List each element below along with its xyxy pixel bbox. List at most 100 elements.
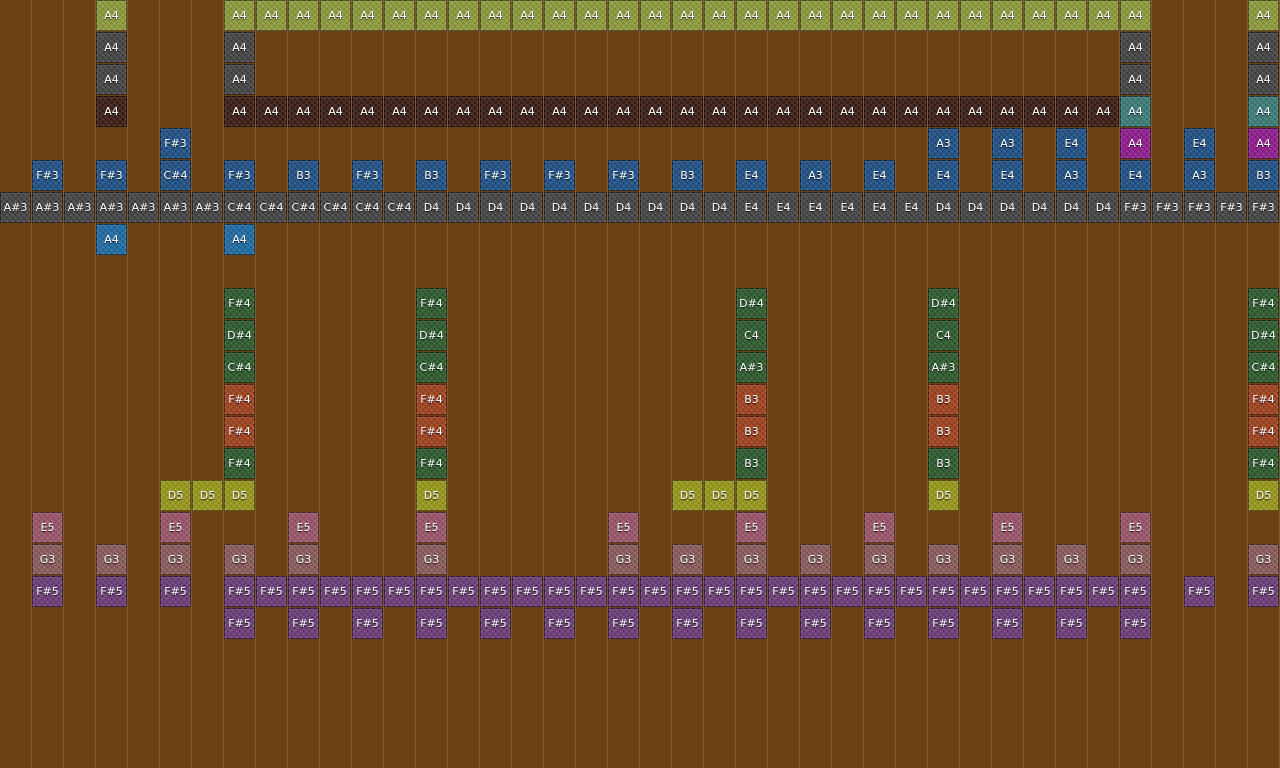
note-tile-fsharp3[interactable]: F#3 (96, 160, 127, 191)
note-tile-d5[interactable]: D5 (928, 480, 959, 511)
note-tile-a4[interactable]: A4 (544, 96, 575, 127)
note-tile-d4[interactable]: D4 (1088, 192, 1119, 223)
note-tile-asharp3[interactable]: A#3 (32, 192, 63, 223)
note-tile-a3[interactable]: A3 (928, 128, 959, 159)
note-tile-a4[interactable]: A4 (1248, 32, 1279, 63)
note-tile-a4[interactable]: A4 (992, 0, 1023, 31)
note-tile-a4[interactable]: A4 (1248, 96, 1279, 127)
note-tile-a4[interactable]: A4 (96, 224, 127, 255)
note-tile-fsharp5[interactable]: F#5 (736, 608, 767, 639)
note-tile-a4[interactable]: A4 (352, 96, 383, 127)
note-tile-a4[interactable]: A4 (864, 0, 895, 31)
note-tile-d5[interactable]: D5 (160, 480, 191, 511)
note-tile-fsharp5[interactable]: F#5 (768, 576, 799, 607)
note-tile-g3[interactable]: G3 (1056, 544, 1087, 575)
note-tile-csharp4[interactable]: C#4 (224, 352, 255, 383)
note-tile-a4[interactable]: A4 (448, 0, 479, 31)
note-tile-csharp4[interactable]: C#4 (352, 192, 383, 223)
note-tile-fsharp3[interactable]: F#3 (544, 160, 575, 191)
note-tile-a4[interactable]: A4 (256, 0, 287, 31)
note-tile-a4[interactable]: A4 (928, 96, 959, 127)
note-tile-d4[interactable]: D4 (544, 192, 575, 223)
note-tile-csharp4[interactable]: C#4 (416, 352, 447, 383)
note-tile-a3[interactable]: A3 (992, 128, 1023, 159)
note-tile-e4[interactable]: E4 (1120, 160, 1151, 191)
note-tile-d4[interactable]: D4 (672, 192, 703, 223)
note-tile-a4[interactable]: A4 (608, 0, 639, 31)
note-tile-fsharp5[interactable]: F#5 (512, 576, 543, 607)
note-tile-a4[interactable]: A4 (576, 96, 607, 127)
note-tile-asharp3[interactable]: A#3 (928, 352, 959, 383)
note-tile-d4[interactable]: D4 (1024, 192, 1055, 223)
note-tile-fsharp5[interactable]: F#5 (1120, 576, 1151, 607)
note-tile-a4[interactable]: A4 (1024, 96, 1055, 127)
note-tile-fsharp5[interactable]: F#5 (992, 576, 1023, 607)
note-tile-fsharp5[interactable]: F#5 (224, 608, 255, 639)
note-tile-a4[interactable]: A4 (832, 96, 863, 127)
note-tile-fsharp5[interactable]: F#5 (1088, 576, 1119, 607)
note-tile-b3[interactable]: B3 (928, 416, 959, 447)
note-tile-b3[interactable]: B3 (928, 448, 959, 479)
note-tile-fsharp5[interactable]: F#5 (864, 576, 895, 607)
note-tile-fsharp5[interactable]: F#5 (32, 576, 63, 607)
note-tile-fsharp5[interactable]: F#5 (896, 576, 927, 607)
note-tile-a4[interactable]: A4 (320, 0, 351, 31)
note-tile-d5[interactable]: D5 (704, 480, 735, 511)
note-tile-a4[interactable]: A4 (992, 96, 1023, 127)
note-tile-fsharp5[interactable]: F#5 (928, 576, 959, 607)
note-tile-fsharp5[interactable]: F#5 (960, 576, 991, 607)
note-tile-e5[interactable]: E5 (1120, 512, 1151, 543)
note-tile-asharp3[interactable]: A#3 (128, 192, 159, 223)
note-tile-d4[interactable]: D4 (608, 192, 639, 223)
note-tile-d4[interactable]: D4 (992, 192, 1023, 223)
note-tile-fsharp5[interactable]: F#5 (480, 576, 511, 607)
note-tile-a4[interactable]: A4 (960, 96, 991, 127)
note-tile-e5[interactable]: E5 (864, 512, 895, 543)
note-tile-fsharp5[interactable]: F#5 (1248, 576, 1279, 607)
note-tile-d4[interactable]: D4 (704, 192, 735, 223)
note-tile-fsharp5[interactable]: F#5 (288, 608, 319, 639)
note-tile-csharp4[interactable]: C#4 (320, 192, 351, 223)
note-tile-a4[interactable]: A4 (224, 32, 255, 63)
note-tile-d5[interactable]: D5 (224, 480, 255, 511)
note-tile-fsharp5[interactable]: F#5 (992, 608, 1023, 639)
note-tile-fsharp5[interactable]: F#5 (800, 576, 831, 607)
note-tile-d4[interactable]: D4 (928, 192, 959, 223)
note-tile-d4[interactable]: D4 (416, 192, 447, 223)
note-tile-a4[interactable]: A4 (224, 0, 255, 31)
note-tile-fsharp5[interactable]: F#5 (608, 608, 639, 639)
note-tile-a4[interactable]: A4 (288, 0, 319, 31)
note-tile-fsharp3[interactable]: F#3 (160, 128, 191, 159)
note-tile-fsharp5[interactable]: F#5 (832, 576, 863, 607)
note-tile-e4[interactable]: E4 (1056, 128, 1087, 159)
note-tile-csharp4[interactable]: C#4 (160, 160, 191, 191)
note-tile-a4[interactable]: A4 (256, 96, 287, 127)
note-tile-fsharp5[interactable]: F#5 (1056, 576, 1087, 607)
note-tile-a4[interactable]: A4 (768, 96, 799, 127)
note-tile-csharp4[interactable]: C#4 (288, 192, 319, 223)
note-tile-e4[interactable]: E4 (864, 160, 895, 191)
note-tile-fsharp4[interactable]: F#4 (1248, 288, 1279, 319)
note-tile-b3[interactable]: B3 (736, 448, 767, 479)
note-tile-fsharp5[interactable]: F#5 (288, 576, 319, 607)
note-tile-g3[interactable]: G3 (1120, 544, 1151, 575)
note-tile-a4[interactable]: A4 (480, 96, 511, 127)
note-tile-fsharp5[interactable]: F#5 (640, 576, 671, 607)
note-tile-e4[interactable]: E4 (832, 192, 863, 223)
note-tile-fsharp5[interactable]: F#5 (800, 608, 831, 639)
note-tile-g3[interactable]: G3 (1248, 544, 1279, 575)
note-tile-fsharp4[interactable]: F#4 (1248, 448, 1279, 479)
note-tile-a4[interactable]: A4 (1120, 128, 1151, 159)
note-tile-fsharp4[interactable]: F#4 (416, 384, 447, 415)
note-tile-dsharp4[interactable]: D#4 (736, 288, 767, 319)
note-tile-fsharp5[interactable]: F#5 (352, 608, 383, 639)
note-tile-e5[interactable]: E5 (160, 512, 191, 543)
note-tile-a4[interactable]: A4 (320, 96, 351, 127)
note-tile-a4[interactable]: A4 (1088, 96, 1119, 127)
note-tile-a4[interactable]: A4 (672, 96, 703, 127)
note-tile-fsharp3[interactable]: F#3 (608, 160, 639, 191)
note-tile-fsharp5[interactable]: F#5 (480, 608, 511, 639)
note-tile-fsharp4[interactable]: F#4 (1248, 384, 1279, 415)
note-tile-a4[interactable]: A4 (384, 0, 415, 31)
note-tile-b3[interactable]: B3 (288, 160, 319, 191)
